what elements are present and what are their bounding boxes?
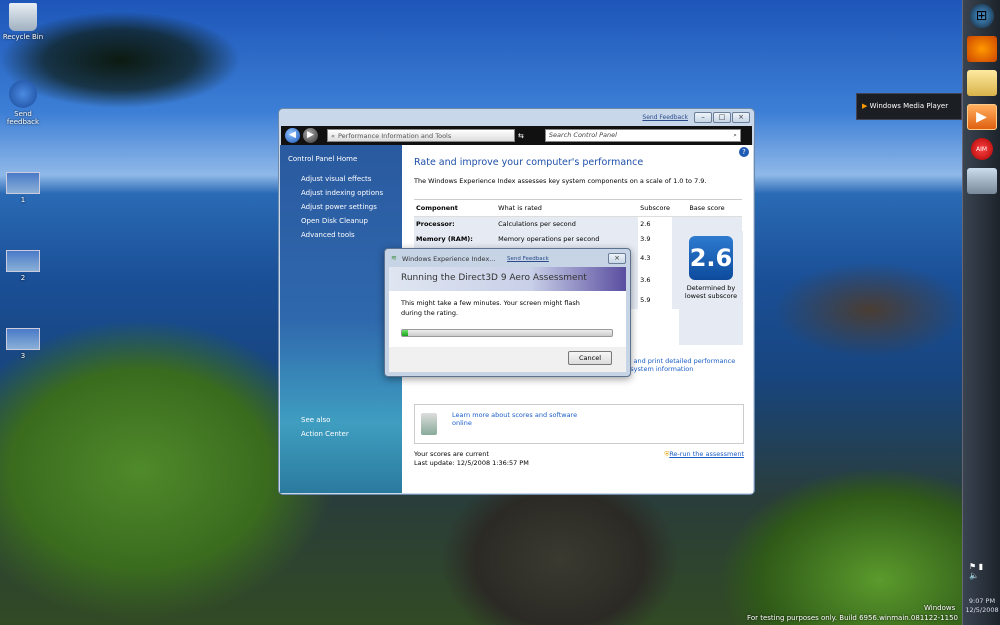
- forward-button[interactable]: ▶: [303, 128, 318, 143]
- subscore-cell: 2.6: [638, 216, 672, 232]
- search-input[interactable]: Search Control Panel ⌕: [544, 129, 741, 142]
- status-text: Your scores are current: [414, 450, 489, 458]
- search-placeholder: Search Control Panel: [548, 131, 617, 139]
- subscore-cell: 5.9: [638, 290, 672, 309]
- dialog-body: This might take a few minutes. Your scre…: [389, 291, 626, 347]
- icon-label: 1: [20, 196, 26, 204]
- rated-cell: Calculations per second: [496, 216, 639, 232]
- table-row: Processor: Calculations per second 2.6: [414, 216, 742, 232]
- aim-icon[interactable]: AIM: [970, 138, 993, 160]
- icon-label: 2: [20, 274, 26, 282]
- subscore-cell: 3.6: [638, 268, 672, 291]
- address-bar[interactable]: « Performance Information and Tools: [327, 129, 515, 142]
- subscore-cell: 3.9: [638, 231, 672, 247]
- navigation-bar: ◀ ▶ « Performance Information and Tools …: [281, 126, 752, 145]
- media-player-icon[interactable]: ▶: [966, 104, 997, 130]
- progress-fill: [402, 330, 409, 336]
- desktop-icon-2[interactable]: 2: [2, 250, 44, 282]
- sidebar-control-panel-home[interactable]: Control Panel Home: [288, 155, 402, 163]
- component-cell: Memory (RAM):: [414, 231, 497, 247]
- learn-more-box: Learn more about scores and software onl…: [414, 404, 744, 444]
- thumbnail-icon: [6, 328, 40, 350]
- thumbnail-icon: [6, 250, 40, 272]
- taskbar: ⊞ ▶ AIM ⚑ ▮ 🔈 9:07 PM 12/5/2008: [962, 0, 1000, 625]
- base-score-value: 2.6: [689, 236, 733, 280]
- refresh-icon[interactable]: ⇆: [518, 132, 524, 140]
- watermark-windows: Windows: [924, 604, 956, 612]
- wei-progress-dialog: ≋ Windows Experience Index... Send Feedb…: [384, 248, 631, 377]
- assessment-progress-bar: [401, 329, 613, 337]
- software-box-icon: [421, 413, 437, 435]
- desktop-icon-1[interactable]: 1: [2, 172, 44, 204]
- dialog-send-feedback[interactable]: Send Feedback: [507, 256, 549, 262]
- media-player-small-icon: ▶: [862, 102, 870, 110]
- see-also-heading: See also: [301, 416, 331, 424]
- icon-label: Send feedback: [6, 110, 40, 126]
- wallpaper-palm: [0, 0, 300, 260]
- sidebar-disk-cleanup[interactable]: Open Disk Cleanup: [288, 217, 402, 225]
- rerun-assessment-link[interactable]: ⛨Re-run the assessment: [664, 450, 744, 459]
- clock-time: 9:07 PM: [968, 597, 996, 605]
- dialog-close-button[interactable]: ×: [608, 253, 626, 264]
- minimize-button[interactable]: –: [694, 112, 712, 123]
- firefox-icon[interactable]: [966, 36, 997, 62]
- dialog-heading: Running the Direct3D 9 Aero Assessment: [389, 267, 626, 291]
- tooltip-text: Windows Media Player: [869, 102, 949, 110]
- sidebar-adjust-power[interactable]: Adjust power settings: [288, 203, 402, 211]
- sidebar-adjust-visual-effects[interactable]: Adjust visual effects: [288, 175, 402, 183]
- sidebar-adjust-indexing[interactable]: Adjust indexing options: [288, 189, 402, 197]
- title-bar[interactable]: Send Feedback – □ ×: [279, 109, 754, 126]
- feedback-bubble-icon: [9, 80, 37, 108]
- taskbar-tooltip: ▶ Windows Media Player: [856, 93, 962, 120]
- explorer-icon[interactable]: [966, 70, 997, 96]
- base-score-badge: 2.6 Determined by lowest subscore: [679, 231, 743, 345]
- maximize-button[interactable]: □: [713, 112, 731, 123]
- subscore-cell: 4.3: [638, 246, 672, 269]
- header-subscore: Subscore: [638, 199, 672, 217]
- dialog-message: This might take a few minutes. Your scre…: [401, 299, 580, 317]
- action-center-link[interactable]: Action Center: [301, 430, 349, 438]
- cancel-button[interactable]: Cancel: [568, 351, 612, 365]
- send-feedback-icon[interactable]: Send feedback: [2, 80, 44, 126]
- rated-cell: Memory operations per second: [496, 231, 639, 247]
- icon-label: Recycle Bin: [2, 33, 44, 41]
- back-button[interactable]: ◀: [285, 128, 300, 143]
- rerun-label: Re-run the assessment: [669, 450, 744, 458]
- base-score-caption: Determined by lowest subscore: [684, 284, 738, 300]
- watermark-build: For testing purposes only. Build 6956.wi…: [747, 614, 958, 622]
- header-rated: What is rated: [496, 199, 639, 217]
- wei-icon: ≋: [391, 254, 397, 262]
- thumbnail-icon: [6, 172, 40, 194]
- tray-icons[interactable]: ⚑ ▮ 🔈: [969, 562, 983, 580]
- last-update-text: Last update: 12/5/2008 1:36:57 PM: [414, 459, 529, 467]
- learn-more-link[interactable]: Learn more about scores and software onl…: [452, 411, 582, 427]
- icon-label: 3: [20, 352, 26, 360]
- clock[interactable]: 9:07 PM 12/5/2008: [963, 597, 1000, 615]
- intro-text: The Windows Experience Index assesses ke…: [414, 177, 707, 185]
- app-icon[interactable]: [966, 168, 997, 194]
- component-cell: Processor:: [414, 216, 497, 232]
- sidebar-advanced-tools[interactable]: Advanced tools: [288, 231, 402, 239]
- address-text: Performance Information and Tools: [337, 131, 452, 140]
- print-details-link[interactable]: View and print detailed performance and …: [616, 357, 746, 373]
- help-icon[interactable]: ?: [739, 147, 749, 157]
- trash-icon: [9, 3, 37, 31]
- clock-date: 12/5/2008: [965, 606, 999, 614]
- close-button[interactable]: ×: [732, 112, 750, 123]
- desktop-icon-3[interactable]: 3: [2, 328, 44, 360]
- page-title: Rate and improve your computer's perform…: [414, 157, 644, 168]
- start-button[interactable]: ⊞: [969, 4, 994, 28]
- dialog-title: Windows Experience Index...: [402, 255, 496, 263]
- send-feedback-link[interactable]: Send Feedback: [642, 114, 688, 121]
- header-component: Component: [414, 199, 497, 217]
- header-base: Base score: [672, 199, 742, 217]
- recycle-bin-icon[interactable]: Recycle Bin: [2, 3, 44, 41]
- search-icon[interactable]: ⌕: [733, 130, 737, 141]
